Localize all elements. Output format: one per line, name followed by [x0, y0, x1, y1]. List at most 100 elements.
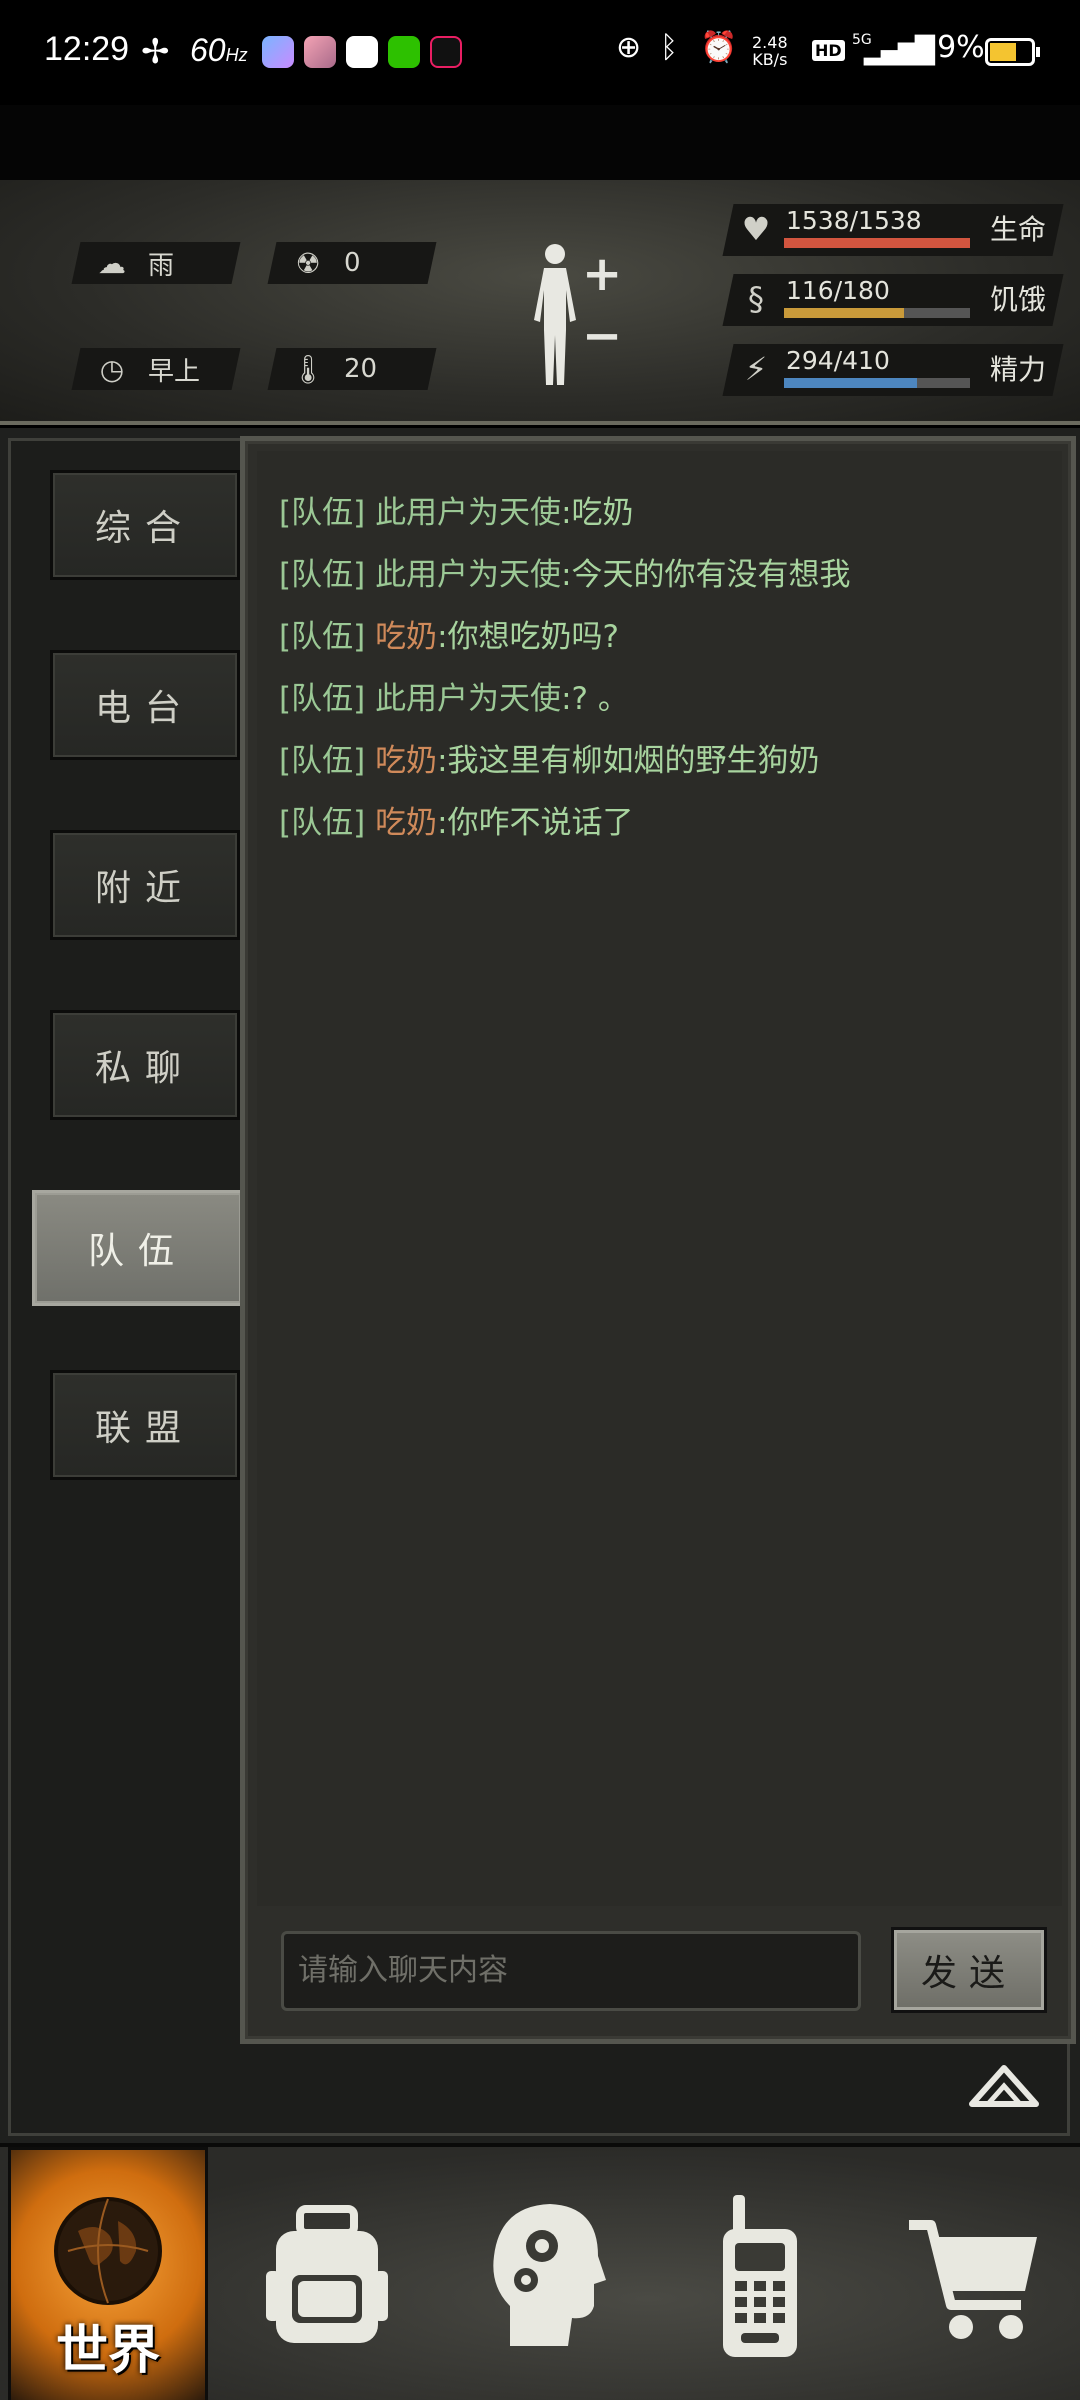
radiation-chip[interactable]: ☢ 0 [267, 242, 437, 284]
energy-value: 294/410 [786, 346, 890, 375]
nav-backpack[interactable] [222, 2147, 432, 2400]
energy-stat: ⚡ 294/410 精力 [722, 344, 1064, 396]
separator: : [561, 681, 572, 717]
app-notification-icon [262, 36, 294, 68]
expand-up-icon[interactable] [968, 2060, 1040, 2110]
tab-label: 联盟 [94, 1408, 195, 1449]
clock: 12:29 [44, 30, 130, 68]
hunger-stat: § 116/180 饥饿 [722, 274, 1064, 326]
avatar-notification-icon [304, 36, 336, 68]
channel-tag: [队伍] [279, 743, 366, 779]
tab-label: 附近 [94, 868, 195, 909]
radiation-icon: ☢ [295, 246, 321, 280]
clock-icon: ◷ [99, 352, 125, 386]
message-list[interactable]: [队伍] 此用户为天使:吃奶 [队伍] 此用户为天使:今天的你有没有想我 [队伍… [257, 451, 1062, 1906]
nav-world-label: 世界 [55, 2321, 160, 2381]
radiation-value: 0 [344, 248, 361, 278]
sender-name[interactable]: 吃奶 [375, 619, 437, 655]
health-bar [784, 238, 970, 248]
plus-icon[interactable]: + [582, 246, 622, 302]
tab-label: 私聊 [94, 1048, 195, 1089]
bottom-nav: 世界 [0, 2143, 1080, 2400]
bluetooth-icon: ᛒ [660, 30, 678, 65]
head-bolt-icon: ⚡ [744, 350, 768, 388]
send-button[interactable]: 发送 [891, 1927, 1047, 2013]
chat-panel: [队伍] 此用户为天使:吃奶 [队伍] 此用户为天使:今天的你有没有想我 [队伍… [240, 436, 1076, 2044]
globe-icon [54, 2196, 162, 2305]
tab-general[interactable]: 综合 [50, 470, 240, 580]
net-speed-unit: KB/s [752, 50, 788, 69]
walkie-talkie-icon [723, 2194, 797, 2357]
message-text: 今天的你有没有想我 [571, 557, 851, 593]
hd-icon: HD [812, 40, 845, 61]
time-chip[interactable]: ◷ 早上 [71, 348, 241, 390]
separator: : [561, 557, 572, 593]
data-saver-icon: ⊕ [616, 30, 642, 65]
fan-icon: ✢ [141, 32, 170, 72]
alarm-icon: ⏰ [700, 30, 738, 65]
hunger-label: 饥饿 [990, 283, 1047, 316]
separator: : [437, 743, 448, 779]
time-of-day: 早上 [148, 356, 201, 387]
nav-shop[interactable] [870, 2147, 1080, 2400]
send-button-label: 发送 [920, 1953, 1017, 1994]
tab-private[interactable]: 私聊 [50, 1010, 240, 1120]
chat-input[interactable]: 请输入聊天内容 [281, 1931, 861, 2011]
channel-tag: [队伍] [279, 557, 366, 593]
tab-team[interactable]: 队伍 [32, 1190, 244, 1306]
message-text: 你咋不说话了 [447, 805, 634, 841]
message-text: 吃奶 [571, 495, 634, 531]
sender-name[interactable]: 此用户为天使 [375, 557, 561, 593]
tab-radio[interactable]: 电台 [50, 650, 240, 760]
cart-icon [909, 2219, 1037, 2339]
health-stat: ♥ 1538/1538 生命 [722, 204, 1064, 256]
nav-world[interactable]: 世界 [8, 2147, 208, 2400]
sender-name[interactable]: 此用户为天使 [375, 681, 561, 717]
sender-name[interactable]: 此用户为天使 [375, 495, 561, 531]
refresh-rate-unit: Hz [225, 45, 248, 65]
top-band [0, 105, 1080, 180]
battery-icon [985, 38, 1040, 66]
chat-input-placeholder: 请输入聊天内容 [298, 1953, 508, 1988]
channel-tag: [队伍] [279, 619, 366, 655]
chat-message: [队伍] 此用户为天使:今天的你有没有想我 [279, 549, 851, 594]
channel-tag: [队伍] [279, 495, 366, 531]
sender-name[interactable]: 吃奶 [375, 743, 437, 779]
chat-message: [队伍] 吃奶:你想吃奶吗? [279, 611, 619, 656]
tab-label: 综合 [94, 508, 195, 549]
separator: : [561, 495, 572, 531]
tab-nearby[interactable]: 附近 [50, 830, 240, 940]
tiktok-icon [430, 36, 462, 68]
weather-chip[interactable]: ☁ 雨 [71, 242, 241, 284]
refresh-rate: 60Hz [190, 32, 248, 69]
heart-icon: ♥ [741, 210, 771, 248]
nav-radio[interactable] [655, 2147, 865, 2400]
thermometer-icon: 🌡 [290, 352, 326, 386]
brain-head-icon [493, 2203, 606, 2346]
status-bar: 12:29 ✢ 60Hz ⊕ ᛒ ⏰ 2.48 KB/s HD 5G ▂▄▆█ 5… [0, 0, 1080, 105]
tab-label: 队伍 [87, 1231, 188, 1272]
channel-tag: [队伍] [279, 805, 366, 841]
refresh-rate-value: 60 [190, 32, 226, 68]
temperature-value: 20 [344, 354, 378, 384]
wechat-icon [388, 36, 420, 68]
hunger-value: 116/180 [786, 276, 890, 305]
nav-skills[interactable] [440, 2147, 650, 2400]
chat-message: [队伍] 吃奶:你咋不说话了 [279, 797, 634, 842]
separator: : [437, 619, 448, 655]
message-text: ? 。 [571, 681, 629, 717]
qq-icon [346, 36, 378, 68]
tab-label: 电台 [94, 688, 195, 729]
stomach-icon: § [748, 280, 764, 318]
hunger-bar [784, 308, 970, 318]
message-text: 我这里有柳如烟的野生狗奶 [447, 743, 820, 779]
body-figure-icon[interactable] [520, 240, 590, 390]
chat-message: [队伍] 此用户为天使:吃奶 [279, 487, 634, 532]
sender-name[interactable]: 吃奶 [375, 805, 437, 841]
health-value: 1538/1538 [786, 206, 922, 235]
chat-message: [队伍] 吃奶:我这里有柳如烟的野生狗奶 [279, 735, 820, 780]
temperature-chip[interactable]: 🌡 20 [267, 348, 437, 390]
minus-icon[interactable]: − [582, 308, 622, 364]
tab-alliance[interactable]: 联盟 [50, 1370, 240, 1480]
net-speed: 2.48 KB/s [752, 34, 788, 68]
